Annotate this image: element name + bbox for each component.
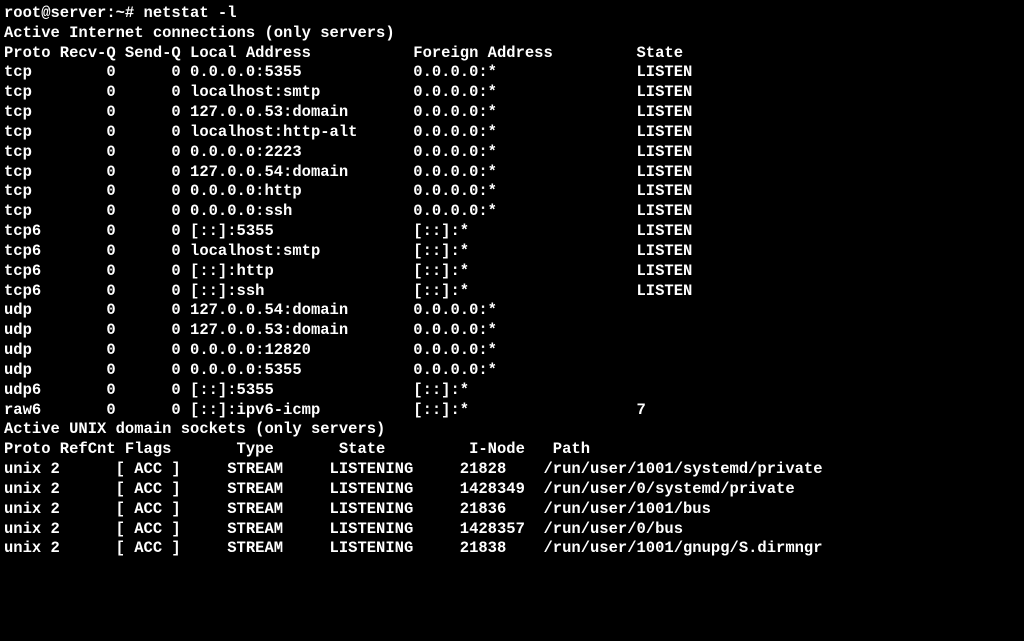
inet-row: tcp 0 0 localhost:smtp 0.0.0.0:* LISTEN: [4, 83, 1020, 103]
inet-row: udp 0 0 127.0.0.54:domain 0.0.0.0:*: [4, 301, 1020, 321]
inet-row: tcp6 0 0 [::]:http [::]:* LISTEN: [4, 262, 1020, 282]
unix-row: unix 2 [ ACC ] STREAM LISTENING 1428357 …: [4, 520, 1020, 540]
inet-row: tcp 0 0 0.0.0.0:ssh 0.0.0.0:* LISTEN: [4, 202, 1020, 222]
inet-row: tcp 0 0 0.0.0.0:http 0.0.0.0:* LISTEN: [4, 182, 1020, 202]
inet-row: udp 0 0 0.0.0.0:12820 0.0.0.0:*: [4, 341, 1020, 361]
inet-row: tcp 0 0 localhost:http-alt 0.0.0.0:* LIS…: [4, 123, 1020, 143]
inet-row: tcp 0 0 127.0.0.54:domain 0.0.0.0:* LIST…: [4, 163, 1020, 183]
unix-column-headers: Proto RefCnt Flags Type State I-Node Pat…: [4, 440, 1020, 460]
inet-row: tcp6 0 0 localhost:smtp [::]:* LISTEN: [4, 242, 1020, 262]
unix-row: unix 2 [ ACC ] STREAM LISTENING 1428349 …: [4, 480, 1020, 500]
inet-row: tcp 0 0 127.0.0.53:domain 0.0.0.0:* LIST…: [4, 103, 1020, 123]
terminal-output: root@server:~# netstat -lActive Internet…: [4, 4, 1020, 559]
inet-row: tcp6 0 0 [::]:ssh [::]:* LISTEN: [4, 282, 1020, 302]
unix-row: unix 2 [ ACC ] STREAM LISTENING 21828 /r…: [4, 460, 1020, 480]
command-line: root@server:~# netstat -l: [4, 4, 1020, 24]
inet-row: tcp6 0 0 [::]:5355 [::]:* LISTEN: [4, 222, 1020, 242]
inet-column-headers: Proto Recv-Q Send-Q Local Address Foreig…: [4, 44, 1020, 64]
inet-row: udp 0 0 127.0.0.53:domain 0.0.0.0:*: [4, 321, 1020, 341]
unix-section-header: Active UNIX domain sockets (only servers…: [4, 420, 1020, 440]
inet-row: tcp 0 0 0.0.0.0:5355 0.0.0.0:* LISTEN: [4, 63, 1020, 83]
unix-row: unix 2 [ ACC ] STREAM LISTENING 21838 /r…: [4, 539, 1020, 559]
inet-row: tcp 0 0 0.0.0.0:2223 0.0.0.0:* LISTEN: [4, 143, 1020, 163]
inet-row: raw6 0 0 [::]:ipv6-icmp [::]:* 7: [4, 401, 1020, 421]
unix-row: unix 2 [ ACC ] STREAM LISTENING 21836 /r…: [4, 500, 1020, 520]
inet-row: udp 0 0 0.0.0.0:5355 0.0.0.0:*: [4, 361, 1020, 381]
inet-section-header: Active Internet connections (only server…: [4, 24, 1020, 44]
inet-row: udp6 0 0 [::]:5355 [::]:*: [4, 381, 1020, 401]
